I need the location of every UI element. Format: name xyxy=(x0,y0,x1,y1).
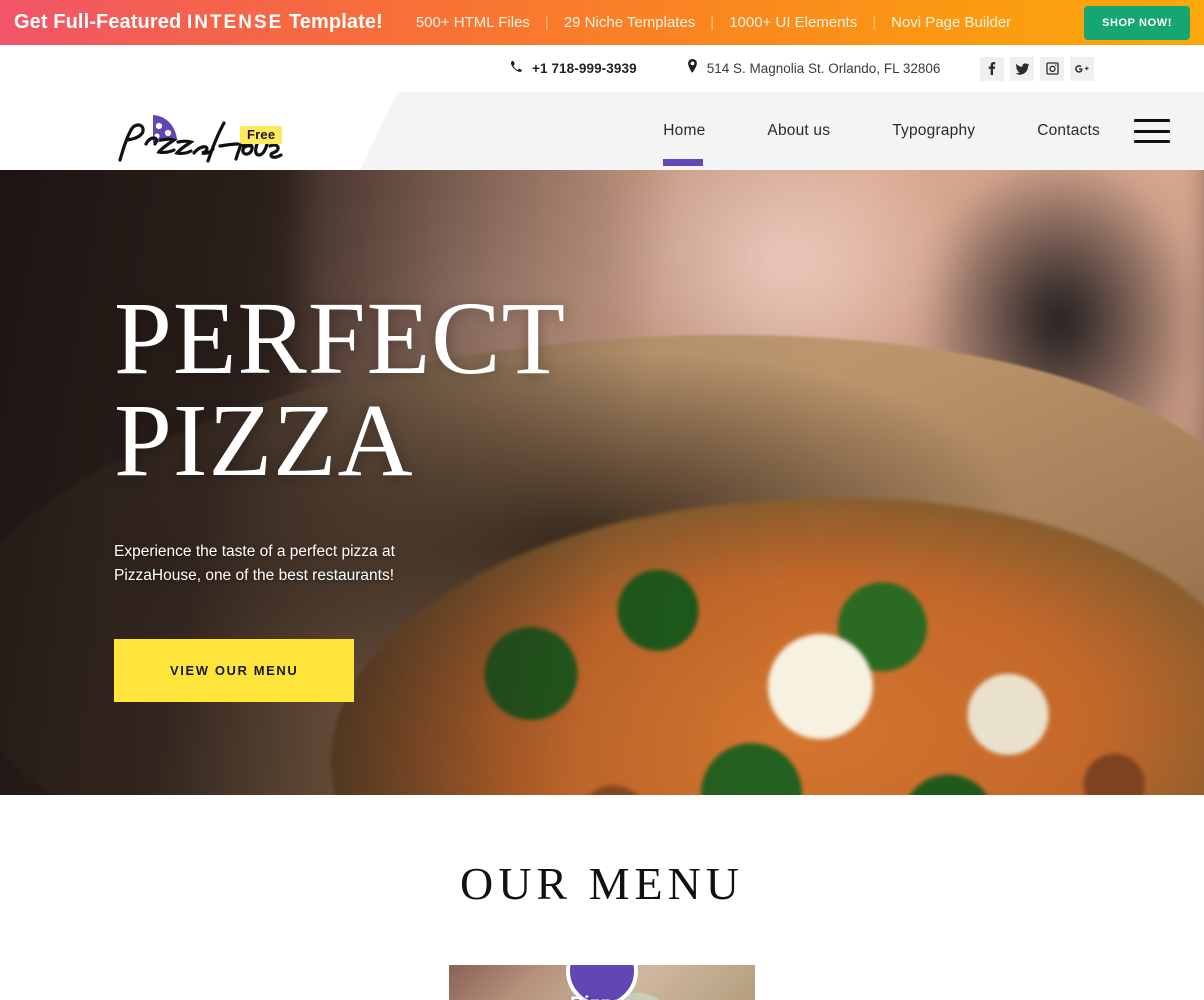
address-text: 514 S. Magnolia St. Orlando, FL 32806 xyxy=(706,61,941,76)
promo-link-html-files[interactable]: 500+ HTML Files xyxy=(401,14,545,31)
hamburger-bar xyxy=(1134,140,1170,143)
contact-bar: +1 718-999-3939 514 S. Magnolia St. Orla… xyxy=(430,45,1204,92)
phone-number: +1 718-999-3939 xyxy=(532,61,637,76)
menu-card-list: Pizzas xyxy=(0,965,1204,1000)
promo-link-novi-page-builder[interactable]: Novi Page Builder xyxy=(876,14,1026,31)
menu-section: OUR MENU Pizzas xyxy=(0,795,1204,1000)
promo-banner: Get Full-Featured INTENSE Template! 500+… xyxy=(0,0,1204,45)
promo-title-brand: INTENSE xyxy=(186,12,284,33)
promo-link-niche-templates[interactable]: 29 Niche Templates xyxy=(549,14,710,31)
promo-title-tail: Template! xyxy=(283,11,383,33)
promo-separator: | xyxy=(544,14,549,31)
hamburger-bar xyxy=(1134,119,1170,122)
promo-title-lead: Get Full-Featured xyxy=(14,11,187,33)
promo-links: 500+ HTML Files | 29 Niche Templates | 1… xyxy=(401,14,1084,31)
promo-separator: | xyxy=(872,14,877,31)
site-header: Free +1 718-999-3939 514 S. Magnolia St.… xyxy=(0,45,1204,170)
instagram-icon[interactable] xyxy=(1040,56,1064,81)
menu-card-pizzas[interactable]: Pizzas xyxy=(449,965,755,1000)
phone-contact[interactable]: +1 718-999-3939 xyxy=(510,60,637,78)
address-contact[interactable]: 514 S. Magnolia St. Orlando, FL 32806 xyxy=(687,59,941,78)
nav-item-home[interactable]: Home xyxy=(663,122,705,166)
hamburger-menu-icon[interactable] xyxy=(1134,119,1170,143)
promo-link-ui-elements[interactable]: 1000+ UI Elements xyxy=(714,14,872,31)
hero-title: PERFECT PIZZA xyxy=(114,281,674,498)
social-links xyxy=(980,56,1094,81)
phone-icon xyxy=(510,60,523,78)
hero-title-line2: PIZZA xyxy=(114,382,414,498)
hero-section: PERFECT PIZZA Experience the taste of a … xyxy=(0,170,1204,795)
shop-now-button[interactable]: SHOP NOW! xyxy=(1084,5,1190,40)
menu-heading: OUR MENU xyxy=(459,858,745,909)
twitter-icon[interactable] xyxy=(1010,56,1034,81)
menu-card-label: Pizzas xyxy=(449,993,755,1000)
nav-item-typography[interactable]: Typography xyxy=(892,122,975,140)
nav-item-about-us[interactable]: About us xyxy=(767,122,830,140)
hamburger-bar xyxy=(1134,129,1170,133)
facebook-icon[interactable] xyxy=(980,56,1004,81)
promo-title: Get Full-Featured INTENSE Template! xyxy=(14,11,383,34)
promo-separator: | xyxy=(710,14,715,31)
hero-title-line1: PERFECT xyxy=(114,281,566,396)
location-pin-icon xyxy=(687,59,698,78)
hero-content: PERFECT PIZZA Experience the taste of a … xyxy=(114,170,674,702)
view-our-menu-button[interactable]: VIEW OUR MENU xyxy=(114,638,355,702)
googleplus-icon[interactable] xyxy=(1070,56,1094,81)
nav-item-contacts[interactable]: Contacts xyxy=(1037,122,1100,140)
hero-subtitle: Experience the taste of a perfect pizza … xyxy=(114,542,395,584)
main-navigation: Home About us Typography Contacts xyxy=(0,92,1204,170)
